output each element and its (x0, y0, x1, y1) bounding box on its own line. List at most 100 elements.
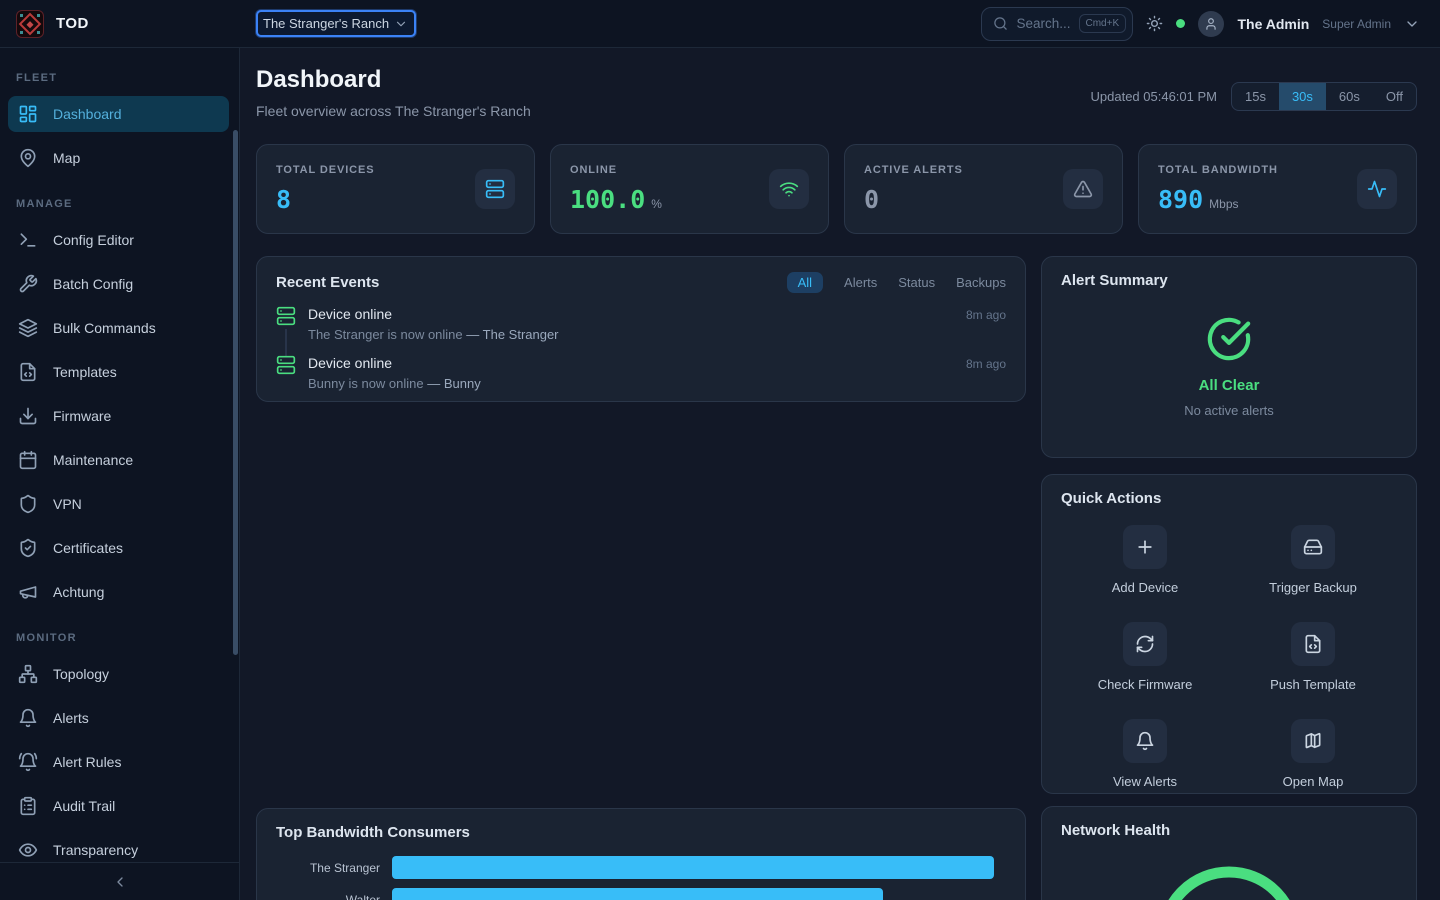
sidebar-item-firmware[interactable]: Firmware (8, 398, 229, 434)
sidebar-collapse-button[interactable] (0, 862, 239, 900)
user-avatar[interactable] (1198, 11, 1224, 37)
refresh-option-60s[interactable]: 60s (1326, 83, 1373, 110)
search-shortcut-badge: Cmd+K (1079, 14, 1127, 33)
sidebar-scrollbar[interactable] (233, 130, 238, 655)
sidebar-item-label: Maintenance (53, 452, 133, 468)
bandwidth-row-walter: Walter (276, 888, 1006, 900)
network-health-donut: 100 (1149, 858, 1309, 900)
refresh-icon (1123, 622, 1167, 666)
page-subtitle: Fleet overview across The Stranger's Ran… (256, 103, 531, 119)
layers-icon (18, 318, 38, 338)
sidebar-item-alert-rules[interactable]: Alert Rules (8, 744, 229, 780)
quick-action-label: Check Firmware (1098, 677, 1193, 692)
stat-label: Total Devices (276, 164, 375, 176)
user-name: The Admin (1237, 16, 1309, 32)
app-name: TOD (56, 15, 89, 32)
quick-actions-panel: Quick Actions Add Device Trigger Backup Ch… (1041, 474, 1417, 794)
stat-value: 8 (276, 185, 291, 214)
sidebar-item-templates[interactable]: Templates (8, 354, 229, 390)
quick-action-trigger-backup[interactable]: Trigger Backup (1269, 525, 1357, 595)
quick-action-check-firmware[interactable]: Check Firmware (1098, 622, 1193, 692)
stat-unit: % (651, 197, 662, 211)
map-pin-icon (18, 148, 38, 168)
bell-icon (1123, 719, 1167, 763)
layout-dashboard-icon (18, 104, 38, 124)
sidebar-item-certificates[interactable]: Certificates (8, 530, 229, 566)
sidebar-item-dashboard[interactable]: Dashboard (8, 96, 229, 132)
sidebar-item-label: Audit Trail (53, 798, 115, 814)
search-input[interactable]: Search... Cmd+K (981, 7, 1133, 41)
quick-action-label: Open Map (1283, 774, 1344, 789)
sidebar-item-label: Batch Config (53, 276, 133, 292)
refresh-option-30s[interactable]: 30s (1279, 83, 1326, 110)
topbar-right: Search... Cmd+K The Admin Super Admin (981, 7, 1440, 41)
stat-label: Total Bandwidth (1158, 164, 1278, 176)
sidebar-item-label: Alert Rules (53, 754, 121, 770)
stat-unit: Mbps (1209, 197, 1238, 211)
download-icon (18, 406, 38, 426)
sidebar-item-label: Transparency (53, 842, 138, 858)
file-code-icon (18, 362, 38, 382)
event-time: 8m ago (966, 308, 1006, 322)
alert-detail-text: No active alerts (1184, 403, 1274, 418)
megaphone-icon (18, 582, 38, 602)
alert-summary-title: Alert Summary (1061, 272, 1397, 289)
sidebar-item-map[interactable]: Map (8, 140, 229, 176)
bandwidth-title: Top Bandwidth Consumers (276, 824, 470, 841)
event-row[interactable]: Device online8m agoBunny is now online —… (276, 355, 1006, 391)
sidebar-section-label-manage: Manage (16, 198, 229, 210)
sidebar-nav: FleetDashboardMapManageConfig EditorBatc… (0, 48, 239, 862)
updated-timestamp: Updated 05:46:01 PM (1091, 89, 1217, 104)
sidebar-item-alerts[interactable]: Alerts (8, 700, 229, 736)
sidebar-item-batch-config[interactable]: Batch Config (8, 266, 229, 302)
sidebar-item-topology[interactable]: Topology (8, 656, 229, 692)
sidebar-item-achtung[interactable]: Achtung (8, 574, 229, 610)
event-tab-status[interactable]: Status (898, 275, 935, 290)
refresh-option-15s[interactable]: 15s (1232, 83, 1279, 110)
topbar: TOD The Stranger's Ranch Search... Cmd+K… (0, 0, 1440, 48)
event-description: The Stranger is now online — The Strange… (308, 327, 1006, 342)
fleet-selector[interactable]: The Stranger's Ranch (256, 10, 416, 37)
map-icon (1291, 719, 1335, 763)
sidebar-item-label: Topology (53, 666, 109, 682)
quick-action-open-map[interactable]: Open Map (1283, 719, 1344, 789)
server-icon (276, 355, 296, 375)
event-description: Bunny is now online — Bunny (308, 376, 1006, 391)
sidebar-item-label: Alerts (53, 710, 89, 726)
check-circle-icon (1206, 316, 1252, 362)
refresh-option-off[interactable]: Off (1373, 83, 1416, 110)
sidebar-item-audit-trail[interactable]: Audit Trail (8, 788, 229, 824)
theme-toggle-sun-icon[interactable] (1146, 15, 1163, 32)
user-menu-chevron-icon[interactable] (1404, 16, 1420, 32)
quick-actions-title: Quick Actions (1061, 490, 1161, 507)
quick-action-push-template[interactable]: Push Template (1270, 622, 1356, 692)
page-title: Dashboard (256, 66, 531, 94)
quick-action-add-device[interactable]: Add Device (1112, 525, 1178, 595)
quick-action-view-alerts[interactable]: View Alerts (1113, 719, 1177, 789)
server-icon (475, 169, 515, 209)
event-row[interactable]: Device online8m agoThe Stranger is now o… (276, 306, 1006, 342)
sidebar-item-maintenance[interactable]: Maintenance (8, 442, 229, 478)
event-tab-backups[interactable]: Backups (956, 275, 1006, 290)
search-icon (993, 16, 1008, 31)
app-logo-icon (16, 10, 44, 38)
recent-events-panel: Recent Events All Alerts Status Backups Dev… (256, 256, 1026, 402)
bandwidth-device-label: Walter (276, 893, 392, 900)
event-tab-all[interactable]: All (787, 272, 823, 293)
sidebar-item-bulk-commands[interactable]: Bulk Commands (8, 310, 229, 346)
server-icon (276, 306, 296, 326)
shield-check-icon (18, 538, 38, 558)
quick-actions-grid: Add Device Trigger Backup Check Firmware Pu… (1061, 525, 1397, 789)
brand: TOD (0, 10, 240, 38)
event-tab-alerts[interactable]: Alerts (844, 275, 877, 290)
sidebar-item-transparency[interactable]: Transparency (8, 832, 229, 862)
network-health-title: Network Health (1061, 822, 1170, 839)
alert-status-text: All Clear (1199, 377, 1260, 394)
alert-summary-panel: Alert Summary All Clear No active alerts (1041, 256, 1417, 458)
stat-value: 0 (864, 185, 879, 214)
recent-events-title: Recent Events (276, 274, 379, 291)
sidebar-item-config-editor[interactable]: Config Editor (8, 222, 229, 258)
stat-label: Active Alerts (864, 164, 963, 176)
stat-value: 890 (1158, 185, 1203, 214)
sidebar-item-vpn[interactable]: VPN (8, 486, 229, 522)
